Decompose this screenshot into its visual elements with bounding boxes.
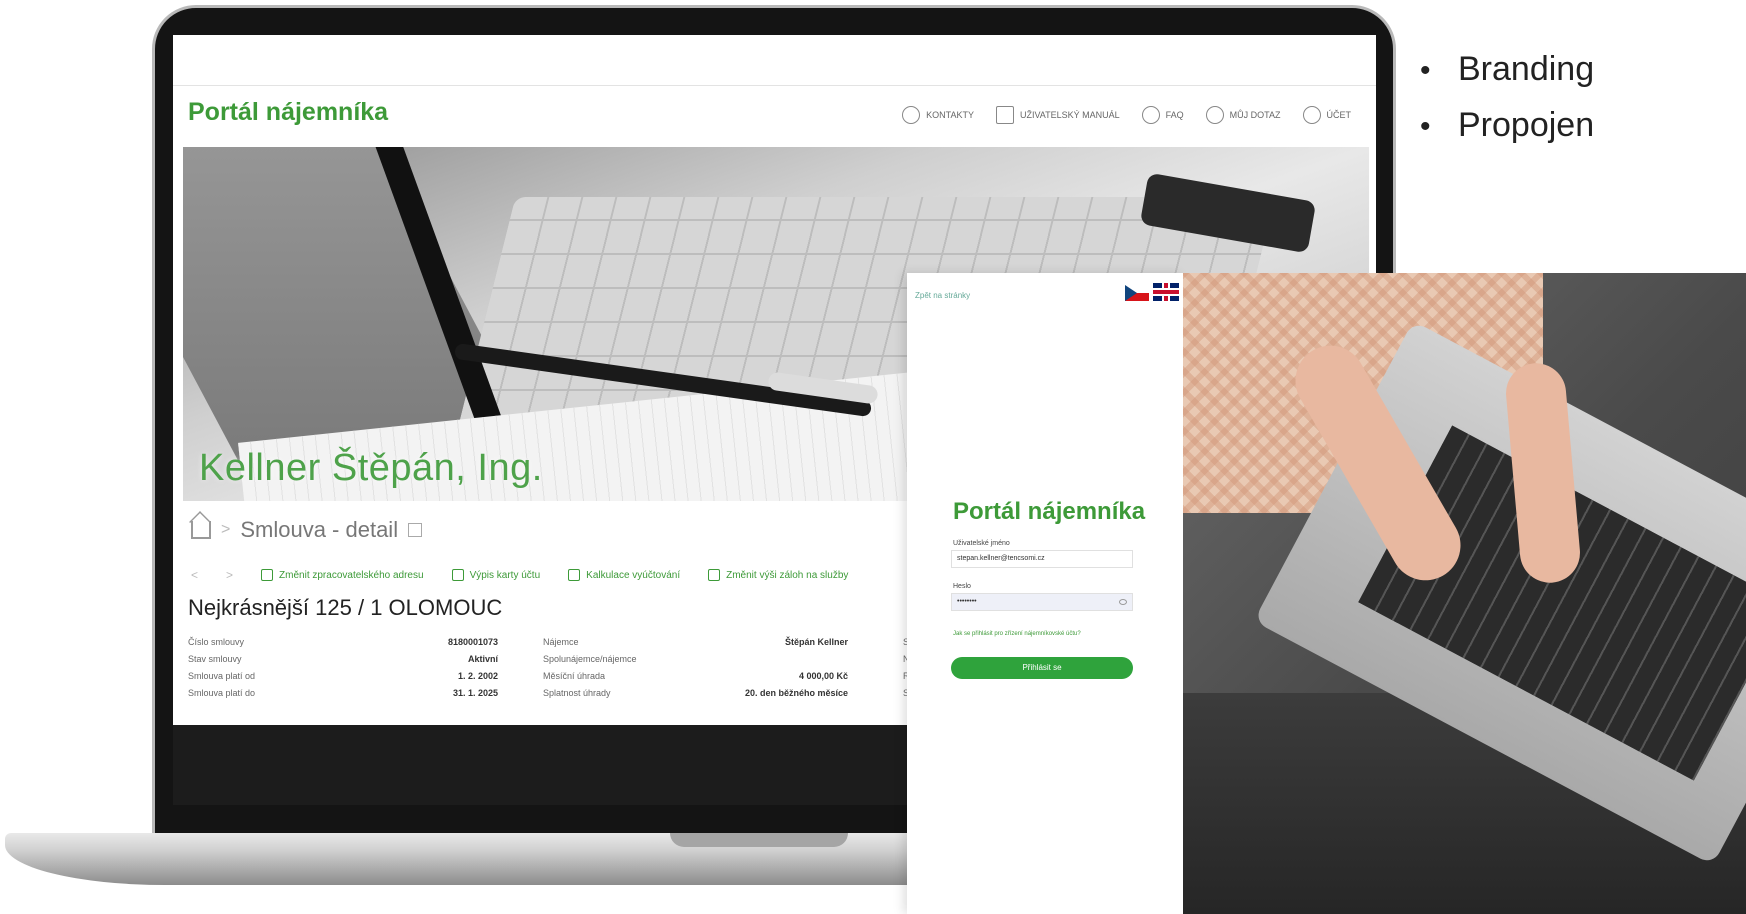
username-field[interactable]: stepan.kellner@tencsomi.cz	[951, 550, 1133, 568]
detail-label: Stav smlouvy	[188, 653, 242, 664]
manual-icon	[995, 106, 1014, 124]
bullet-list: Branding Propojen	[1420, 42, 1594, 154]
account-icon	[1302, 106, 1321, 124]
password-label: Heslo	[953, 583, 971, 590]
czech-flag-icon[interactable]	[1125, 285, 1149, 301]
detail-value: 20. den běžného měsíce	[744, 687, 848, 698]
prev-arrow-icon[interactable]: <	[191, 568, 198, 582]
detail-label: Splatnost úhrady	[543, 687, 611, 698]
detail-label: Spolunájemce/nájemce	[543, 653, 637, 664]
chat-icon	[1205, 106, 1224, 124]
nav-manual[interactable]: UŽIVATELSKÝ MANUÁL	[995, 106, 1120, 124]
woman-laptop-photo	[1183, 273, 1746, 914]
detail-label: Nájemce	[543, 636, 579, 647]
login-title: Portál nájemníka	[953, 498, 1146, 525]
bullet-item: Branding	[1420, 42, 1594, 98]
action-change-address[interactable]: Změnit zpracovatelského adresu	[261, 569, 424, 581]
detail-row: Smlouva platí od 1. 2. 2002	[188, 667, 498, 684]
detail-label: Smlouva platí od	[188, 670, 256, 681]
action-change-advances[interactable]: Změnit výši záloh na služby	[708, 569, 848, 581]
portal-logo[interactable]: Portál nájemníka	[188, 98, 388, 127]
detail-row: Číslo smlouvy 8180001073	[188, 633, 498, 650]
nav-label: FAQ	[1165, 110, 1184, 120]
password-field[interactable]: ••••••••	[951, 593, 1133, 611]
detail-label: Smlouva platí do	[188, 687, 256, 698]
nav-faq[interactable]: FAQ	[1141, 106, 1184, 124]
nav-question[interactable]: MŮJ DOTAZ	[1205, 106, 1281, 124]
eye-icon[interactable]	[1119, 599, 1127, 605]
document-icon[interactable]	[408, 523, 423, 537]
back-link[interactable]: Zpět na stránky	[915, 291, 970, 300]
nav-label: ÚČET	[1326, 110, 1352, 120]
home-icon[interactable]	[191, 521, 211, 539]
next-arrow-icon[interactable]: >	[226, 568, 233, 582]
login-panel: Zpět na stránky Portál nájemníka Uživate…	[907, 273, 1183, 914]
detail-row: Spolunájemce/nájemce	[543, 650, 848, 667]
nav-account[interactable]: ÚČET	[1302, 106, 1352, 124]
detail-row: Stav smlouvy Aktivní	[188, 650, 498, 667]
contract-details-col2: Nájemce Štěpán Kellner Spolunájemce/nájem…	[543, 633, 848, 701]
breadcrumb-separator: >	[221, 521, 231, 538]
bullet-item: Propojen	[1420, 98, 1594, 154]
contract-details-col1: Číslo smlouvy 8180001073 Stav smlouvy Akti…	[188, 633, 498, 701]
top-nav: KONTAKTY UŽIVATELSKÝ MANUÁL FAQ MŮJ DOTA…	[902, 106, 1351, 124]
detail-value: Štěpán Kellner	[784, 636, 848, 647]
action-account-statement[interactable]: Výpis karty účtu	[452, 569, 541, 581]
nav-contacts[interactable]: KONTAKTY	[902, 106, 974, 124]
action-billing-calc[interactable]: Kalkulace vyúčtování	[568, 569, 680, 581]
detail-value: 4 000,00 Kč	[798, 670, 848, 681]
detail-value: Aktivní	[467, 653, 498, 664]
detail-value: 8180001073	[447, 636, 498, 647]
nav-label: KONTAKTY	[926, 110, 974, 120]
uk-flag-icon[interactable]	[1153, 283, 1179, 301]
detail-row: Splatnost úhrady 20. den běžného měsíce	[543, 684, 848, 701]
faq-icon	[1141, 106, 1160, 124]
detail-row: Smlouva platí do 31. 1. 2025	[188, 684, 498, 701]
breadcrumb-current: Smlouva - detail	[240, 517, 399, 542]
detail-value: 1. 2. 2002	[457, 670, 498, 681]
username-label: Uživatelské jméno	[953, 540, 1010, 547]
phone-icon	[902, 106, 921, 124]
forgot-link[interactable]: Jak se přihlásit pro zřízení nájemníkovs…	[953, 631, 1081, 637]
detail-label: Měsíční úhrada	[543, 670, 606, 681]
detail-label: Číslo smlouvy	[188, 636, 245, 647]
portal-header: Portál nájemníka KONTAKTY UŽIVATELSKÝ MA…	[173, 85, 1376, 145]
detail-value: 31. 1. 2025	[452, 687, 498, 698]
login-button[interactable]: Přihlásit se	[951, 657, 1133, 679]
nav-label: UŽIVATELSKÝ MANUÁL	[1019, 110, 1120, 120]
password-value: ••••••••	[957, 598, 977, 605]
nav-label: MŮJ DOTAZ	[1229, 110, 1281, 120]
breadcrumb: > Smlouva - detail	[191, 517, 423, 543]
tenant-name: Kellner Štěpán, Ing.	[199, 447, 543, 489]
property-address: Nejkrásnější 125 / 1 OLOMOUC	[188, 595, 503, 620]
detail-row: Měsíční úhrada 4 000,00 Kč	[543, 667, 848, 684]
laptop-notch	[670, 833, 848, 847]
detail-row: Nájemce Štěpán Kellner	[543, 633, 848, 650]
action-bar: < > Změnit zpracovatelského adresu Výpis…	[191, 568, 848, 582]
